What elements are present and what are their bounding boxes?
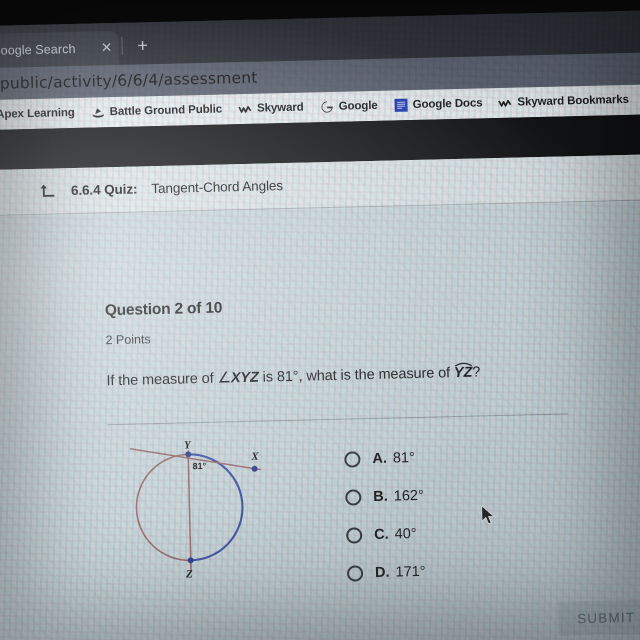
answer-option-a[interactable]: A. 81° [344, 435, 585, 479]
bookmark-apex-learning[interactable]: Apex Learning [0, 104, 80, 125]
point-z [187, 557, 194, 564]
point-y [185, 451, 192, 458]
bookmark-skyward[interactable]: Skyward [233, 98, 309, 118]
answer-value: 40° [394, 526, 417, 543]
monitor-screen: oogle Search ✕ + om/public/activity/6/6/… [0, 9, 640, 640]
plus-icon[interactable]: + [132, 35, 152, 56]
answer-option-d[interactable]: D. 171° [346, 549, 588, 593]
angle-symbol: ∠ [217, 369, 232, 387]
answer-value: 81° [392, 450, 416, 467]
point-x [251, 465, 258, 472]
answer-value: 171° [395, 563, 426, 581]
tab-separator [121, 36, 123, 55]
question-prompt: If the measure of ∠XYZ is 81°, what is t… [106, 362, 480, 389]
arc-term: YZ [453, 362, 473, 382]
radio-button-c[interactable] [346, 527, 363, 544]
circle-outline [135, 453, 191, 562]
tab-title: oogle Search [0, 41, 76, 58]
google-g-icon [321, 101, 333, 113]
bookmark-skyward-bookmarks[interactable]: Skyward Bookmarks [493, 91, 634, 112]
back-up-arrow-icon[interactable] [40, 182, 57, 199]
answer-letter: C. [374, 526, 389, 544]
question-number: Question 2 of 10 [104, 299, 223, 320]
label-x: X [250, 451, 259, 463]
chord-yz [187, 450, 192, 571]
skyward-icon [498, 99, 512, 107]
bookmark-label: Skyward Bookmarks [517, 93, 629, 109]
url-text: om/public/activity/6/6/4/assessment [0, 68, 258, 94]
google-docs-icon [394, 98, 408, 112]
prompt-middle: is 81°, what is the measure of [258, 365, 455, 386]
answer-letter: B. [373, 488, 388, 506]
photo-of-screen: oogle Search ✕ + om/public/activity/6/6/… [0, 0, 640, 640]
bookmark-label: Google [338, 99, 378, 113]
prompt-suffix: ? [472, 364, 481, 381]
label-z: Z [185, 568, 193, 580]
answer-value: 162° [393, 487, 424, 505]
bookmark-google-docs[interactable]: Google Docs [388, 94, 487, 114]
quiz-content: Question 2 of 10 2 Points If the measure… [0, 200, 640, 640]
quiz-number: 6.6.4 Quiz: [70, 181, 138, 199]
arc-symbol-icon [454, 362, 472, 367]
battle-ground-icon [91, 108, 104, 118]
prompt-prefix: If the measure of [106, 370, 218, 390]
angle-measure-label: 81° [192, 461, 206, 471]
arc-name: YZ [453, 364, 473, 382]
divider [107, 413, 568, 426]
answer-list: A. 81° B. 162° C. 40° D. 171° [344, 435, 588, 593]
answer-option-b[interactable]: B. 162° [345, 473, 586, 517]
quiz-page: 6.6.4 Quiz: Tangent-Chord Angles Questio… [0, 153, 640, 640]
label-y: Y [184, 439, 192, 451]
bookmark-label: Google Docs [412, 97, 483, 111]
answer-option-c[interactable]: C. 40° [346, 511, 587, 555]
bookmark-battle-ground-public[interactable]: Battle Ground Public [86, 100, 228, 121]
bookmark-label: Skyward [256, 101, 304, 115]
submit-button[interactable]: SUBMIT [557, 599, 640, 636]
bookmark-google[interactable]: Google [314, 97, 382, 117]
radio-button-d[interactable] [346, 565, 364, 582]
skyward-icon [238, 106, 252, 113]
close-icon[interactable]: ✕ [98, 39, 114, 55]
circle-diagram: Y Z X 81° [129, 439, 261, 580]
radio-button-b[interactable] [345, 489, 362, 506]
question-points: 2 Points [105, 332, 151, 348]
bookmark-label: Battle Ground Public [109, 103, 223, 119]
quiz-title: Tangent-Chord Angles [151, 178, 284, 197]
angle-name: XYZ [230, 369, 259, 387]
bookmark-label: Apex Learning [0, 106, 75, 121]
radio-button-a[interactable] [344, 451, 361, 468]
answer-letter: D. [374, 564, 390, 581]
answer-letter: A. [372, 450, 388, 468]
